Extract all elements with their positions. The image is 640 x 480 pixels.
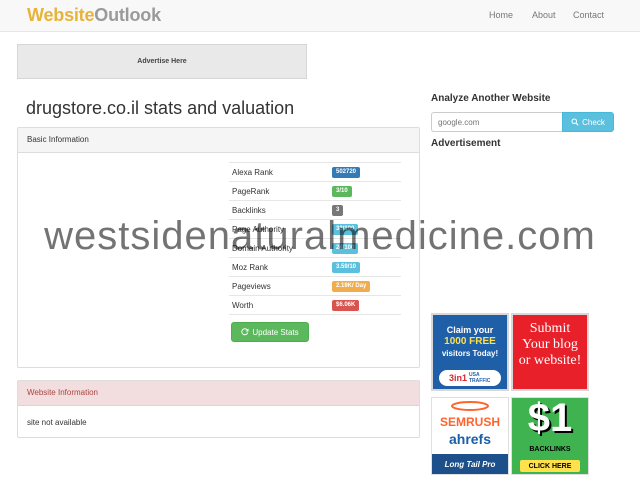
brand-logo[interactable]: WebsiteOutlook bbox=[27, 5, 161, 26]
advertisement-title: Advertisement bbox=[431, 138, 501, 149]
page-title: drugstore.co.il stats and valuation bbox=[26, 98, 295, 118]
check-label: Check bbox=[582, 117, 605, 127]
update-stats-button[interactable]: Update Stats bbox=[231, 322, 309, 342]
search-icon bbox=[571, 118, 579, 126]
advertise-here-banner[interactable]: Advertise Here bbox=[17, 44, 307, 79]
alexa-rank-badge: 502720 bbox=[332, 167, 361, 178]
ad-one-dollar-backlinks[interactable]: $1 BACKLINKS CLICK HERE bbox=[511, 397, 589, 475]
pageviews-badge: 2.19K/ Day bbox=[332, 281, 371, 292]
stat-row-pageviews: Pageviews 2.19K/ Day bbox=[229, 276, 401, 295]
ad4-big: $1 bbox=[527, 397, 573, 440]
stat-row-domain-authority: Domain Authority 24/100 bbox=[229, 238, 401, 257]
basic-information-panel: Basic Information Alexa Rank 502720 Page… bbox=[17, 127, 420, 368]
website-search-input[interactable] bbox=[431, 112, 562, 132]
nav-home-link[interactable]: Home bbox=[489, 10, 513, 20]
ad4-mid: BACKLINKS bbox=[529, 446, 571, 453]
stat-label: Alexa Rank bbox=[232, 168, 273, 177]
stat-row-page-authority: Page Authority 33/100 bbox=[229, 219, 401, 238]
ad3-brand-semrush: SEMRUSH bbox=[439, 415, 500, 429]
basic-information-heading: Basic Information bbox=[18, 128, 419, 153]
ad1-line3: visitors Today! bbox=[441, 349, 499, 358]
ad4-click-label: CLICK HERE bbox=[528, 462, 572, 470]
website-information-heading: Website Information bbox=[18, 381, 419, 406]
update-stats-label: Update Stats bbox=[252, 327, 299, 337]
stat-label: Backlinks bbox=[232, 206, 266, 215]
moz-rank-badge: 3.59/10 bbox=[332, 262, 361, 273]
stat-label: PageRank bbox=[232, 187, 270, 196]
stat-row-backlinks: Backlinks 3 bbox=[229, 200, 401, 219]
ad-semrush-ahrefs[interactable]: SEMRUSH ahrefs Long Tail Pro bbox=[431, 397, 509, 475]
stat-row-worth: Worth $6.06K bbox=[229, 295, 401, 315]
backlinks-badge: 3 bbox=[332, 205, 344, 216]
navbar: WebsiteOutlook Home About Contact bbox=[0, 0, 640, 32]
website-information-panel: Website Information site not available bbox=[17, 380, 420, 438]
ad-submit-blog[interactable]: Submit Your blog or website! bbox=[511, 313, 589, 391]
ad4-click-button[interactable]: CLICK HERE bbox=[520, 460, 580, 472]
stat-row-pagerank: PageRank 3/10 bbox=[229, 181, 401, 200]
ad1-logo-sub: USA TRAFFIC bbox=[469, 372, 491, 384]
stat-row-moz-rank: Moz Rank 3.59/10 bbox=[229, 257, 401, 276]
ad1-line1: Claim your bbox=[446, 325, 494, 335]
ad-claim-free-visitors[interactable]: Claim your 1000 FREE visitors Today! 3in… bbox=[431, 313, 509, 391]
ad3-brand-ahrefs: ahrefs bbox=[448, 431, 492, 447]
website-information-text: site not available bbox=[27, 418, 87, 427]
refresh-icon bbox=[241, 328, 249, 336]
stat-label: Pageviews bbox=[232, 282, 271, 291]
stat-label: Worth bbox=[232, 301, 254, 310]
stat-label: Domain Authority bbox=[232, 244, 293, 253]
semrush-flame-icon bbox=[451, 401, 489, 411]
ad3-brand-longtailpro: Long Tail Pro bbox=[432, 454, 508, 474]
ad1-logo: 3in1 USA TRAFFIC bbox=[439, 370, 501, 386]
analyze-another-website-title: Analyze Another Website bbox=[431, 93, 551, 104]
ad1-logo-main: 3in1 bbox=[448, 373, 467, 383]
brand-part-website: Website bbox=[27, 5, 95, 25]
advertise-here-label: Advertise Here bbox=[137, 58, 187, 65]
page-authority-badge: 33/100 bbox=[332, 224, 359, 235]
nav-contact-link[interactable]: Contact bbox=[573, 10, 604, 20]
stat-row-alexa-rank: Alexa Rank 502720 bbox=[229, 162, 401, 181]
check-button[interactable]: Check bbox=[562, 112, 614, 132]
brand-part-outlook: Outlook bbox=[94, 5, 161, 25]
ad1-line2: 1000 FREE bbox=[444, 336, 496, 347]
stat-label: Moz Rank bbox=[232, 263, 269, 272]
nav-about-link[interactable]: About bbox=[532, 10, 556, 20]
stat-label: Page Authority bbox=[232, 225, 285, 234]
domain-authority-badge: 24/100 bbox=[332, 243, 359, 254]
ad3-brand-longtailpro-label: Long Tail Pro bbox=[444, 459, 496, 469]
pagerank-badge: 3/10 bbox=[332, 186, 352, 197]
ad2-text: Submit Your blog or website! bbox=[518, 321, 582, 368]
worth-badge: $6.06K bbox=[332, 300, 360, 311]
